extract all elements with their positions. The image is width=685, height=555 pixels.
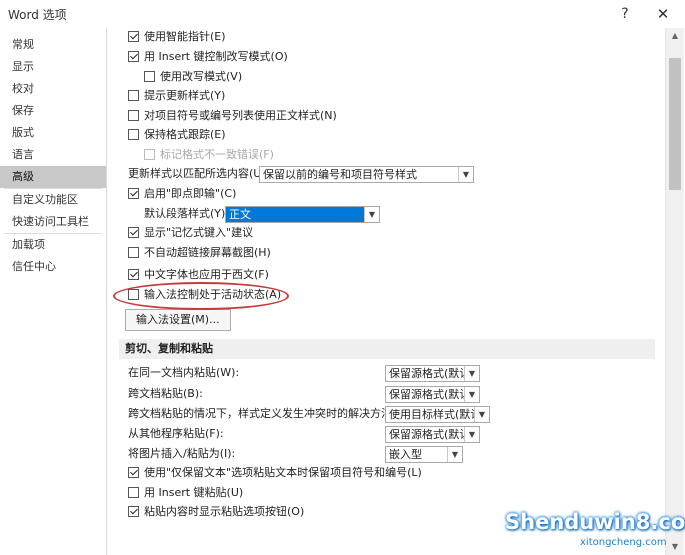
- paste-within-doc-dropdown[interactable]: 保留源格式(默认) ▼: [385, 365, 480, 382]
- paste-other-programs-dropdown[interactable]: 保留源格式(默认) ▼: [385, 426, 480, 443]
- watermark: Shenduwin8.com xitongcheng.com: [505, 510, 685, 552]
- checkbox[interactable]: [128, 487, 139, 498]
- chevron-down-icon: ▼: [464, 427, 479, 442]
- default-paragraph-style-label: 默认段落样式(Y):: [144, 207, 230, 220]
- scroll-up-arrow-icon[interactable]: ▲: [666, 28, 684, 44]
- checkbox[interactable]: [128, 247, 139, 258]
- default-paragraph-style-dropdown[interactable]: 正文 ▼: [225, 206, 380, 223]
- chevron-down-icon: ▼: [464, 387, 479, 402]
- checkbox[interactable]: [128, 188, 139, 199]
- sidebar-item-advanced[interactable]: 高级: [0, 166, 106, 188]
- checkbox[interactable]: [128, 129, 139, 140]
- checkbox[interactable]: [128, 269, 139, 280]
- paste-within-doc-label: 在同一文档内粘贴(W):: [128, 366, 240, 379]
- checkbox[interactable]: [144, 71, 155, 82]
- checkbox[interactable]: [128, 51, 139, 62]
- checkbox[interactable]: [128, 227, 139, 238]
- checkbox[interactable]: [128, 289, 139, 300]
- sidebar: 常规 显示 校对 保存 版式 语言 高级 自定义功能区 快速访问工具栏 加载项 …: [0, 28, 107, 555]
- chevron-down-icon: ▼: [458, 167, 473, 182]
- paste-other-programs-label: 从其他程序粘贴(F):: [128, 427, 224, 440]
- style-conflict-label: 跨文档粘贴的情况下，样式定义发生冲突时的解决方法(E):: [128, 407, 412, 420]
- checkbox: [144, 149, 155, 160]
- sidebar-item-typography[interactable]: 版式: [0, 122, 106, 144]
- vertical-scrollbar[interactable]: ▲ ▼: [665, 28, 684, 555]
- watermark-logo: Shenduwin8.com: [505, 510, 685, 534]
- paste-between-docs-dropdown[interactable]: 保留源格式(默认) ▼: [385, 386, 480, 403]
- sidebar-item-customize-ribbon[interactable]: 自定义功能区: [0, 189, 106, 211]
- ime-settings-button[interactable]: 输入法设置(M)...: [125, 309, 231, 331]
- sidebar-item-quick-access-toolbar[interactable]: 快速访问工具栏: [0, 211, 106, 233]
- sidebar-item-language[interactable]: 语言: [0, 144, 106, 166]
- title-bar: Word 选项 ? ✕: [0, 0, 685, 28]
- chevron-down-icon: ▼: [364, 207, 379, 222]
- chevron-down-icon: ▼: [464, 366, 479, 381]
- checkbox[interactable]: [128, 467, 139, 478]
- checkbox[interactable]: [128, 506, 139, 517]
- options-content: 使用智能指针(E) 用 Insert 键控制改写模式(O) 使用改写模式(V) …: [107, 28, 665, 555]
- chevron-down-icon: ▼: [474, 407, 489, 422]
- update-style-dropdown[interactable]: 保留以前的编号和项目符号样式 ▼: [259, 166, 474, 183]
- window-title: Word 选项: [8, 8, 67, 22]
- sidebar-item-add-ins[interactable]: 加载项: [0, 234, 106, 256]
- close-button[interactable]: ✕: [650, 3, 676, 25]
- sidebar-item-general[interactable]: 常规: [0, 34, 106, 56]
- style-conflict-dropdown[interactable]: 使用目标样式(默认) ▼: [385, 406, 490, 423]
- checkbox[interactable]: [128, 31, 139, 42]
- sidebar-item-display[interactable]: 显示: [0, 56, 106, 78]
- sidebar-item-proofing[interactable]: 校对: [0, 78, 106, 100]
- chevron-down-icon: ▼: [447, 447, 462, 462]
- checkbox[interactable]: [128, 90, 139, 101]
- watermark-url: xitongcheng.com: [580, 537, 667, 548]
- help-button[interactable]: ?: [612, 3, 638, 25]
- insert-picture-as-dropdown[interactable]: 嵌入型 ▼: [385, 446, 463, 463]
- paste-between-docs-label: 跨文档粘贴(B):: [128, 387, 203, 400]
- sidebar-item-trust-center[interactable]: 信任中心: [0, 256, 106, 278]
- insert-picture-as-label: 将图片插入/粘贴为(I):: [128, 447, 236, 460]
- checkbox[interactable]: [128, 110, 139, 121]
- section-header-cut-copy-paste: 剪切、复制和粘贴: [119, 339, 655, 359]
- sidebar-item-save[interactable]: 保存: [0, 100, 106, 122]
- scroll-thumb[interactable]: [669, 58, 681, 190]
- update-style-label: 更新样式以匹配所选内容(U):: [128, 167, 270, 180]
